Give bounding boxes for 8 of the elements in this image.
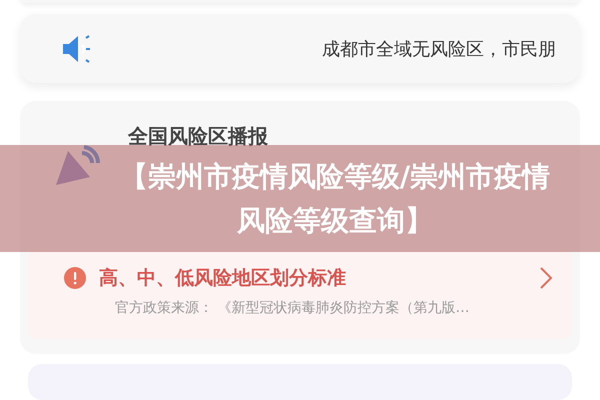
overlay-title: 【崇州市疫情风险等级/崇州市疫情风险等级查询】: [118, 158, 552, 238]
notice-text: 成都市全域无风险区，市民朋: [322, 38, 556, 61]
section-title: 全国风险区播报: [128, 123, 268, 150]
warning-icon: [64, 267, 86, 290]
standard-title: 高、中、低风险地区划分标准: [99, 266, 347, 292]
standard-link[interactable]: 高、中、低风险地区划分标准 官方政策来源： 《新型冠状病毒肺炎防控方案（第九版…: [28, 249, 572, 340]
source-text: 官方政策来源： 《新型冠状病毒肺炎防控方案（第九版…: [115, 299, 470, 318]
chevron-icon: [540, 267, 552, 290]
